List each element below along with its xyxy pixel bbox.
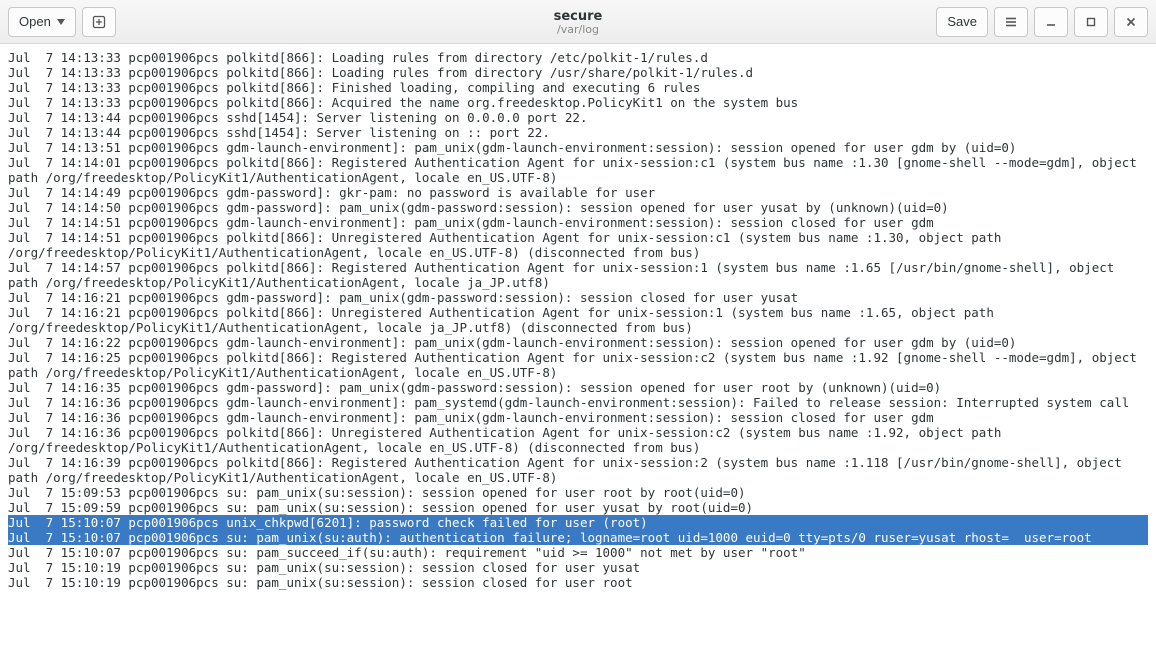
log-line: Jul 7 15:10:07 pcp001906pcs unix_chkpwd[…: [8, 515, 1148, 530]
minimize-icon: [1045, 16, 1057, 28]
log-line: Jul 7 15:10:07 pcp001906pcs su: pam_succ…: [8, 545, 1148, 560]
chevron-down-icon: [57, 19, 65, 25]
open-button[interactable]: Open: [8, 7, 76, 37]
new-tab-button[interactable]: [82, 7, 116, 37]
log-line: Jul 7 14:14:50 pcp001906pcs gdm-password…: [8, 200, 1148, 215]
log-line: Jul 7 14:16:21 pcp001906pcs gdm-password…: [8, 290, 1148, 305]
maximize-button[interactable]: [1074, 7, 1108, 37]
log-line: Jul 7 14:13:33 pcp001906pcs polkitd[866]…: [8, 80, 1148, 95]
log-line: Jul 7 14:13:51 pcp001906pcs gdm-launch-e…: [8, 140, 1148, 155]
maximize-icon: [1085, 16, 1097, 28]
headerbar-left: Open: [8, 7, 116, 37]
log-line: Jul 7 15:09:53 pcp001906pcs su: pam_unix…: [8, 485, 1148, 500]
log-line: Jul 7 14:16:25 pcp001906pcs polkitd[866]…: [8, 350, 1148, 380]
log-line: Jul 7 15:10:07 pcp001906pcs su: pam_unix…: [8, 530, 1148, 545]
log-line: Jul 7 14:16:36 pcp001906pcs gdm-launch-e…: [8, 410, 1148, 425]
log-line: Jul 7 15:09:59 pcp001906pcs su: pam_unix…: [8, 500, 1148, 515]
log-line: Jul 7 15:10:19 pcp001906pcs su: pam_unix…: [8, 560, 1148, 575]
save-button-label: Save: [947, 14, 977, 29]
close-icon: [1125, 16, 1137, 28]
log-line: Jul 7 14:13:33 pcp001906pcs polkitd[866]…: [8, 50, 1148, 65]
window-title: secure: [554, 9, 603, 24]
log-line: Jul 7 14:16:36 pcp001906pcs polkitd[866]…: [8, 425, 1148, 455]
log-line: Jul 7 14:16:35 pcp001906pcs gdm-password…: [8, 380, 1148, 395]
close-button[interactable]: [1114, 7, 1148, 37]
log-line: Jul 7 14:13:33 pcp001906pcs polkitd[866]…: [8, 95, 1148, 110]
open-button-label: Open: [19, 14, 51, 29]
save-button[interactable]: Save: [936, 7, 988, 37]
log-line: Jul 7 14:16:39 pcp001906pcs polkitd[866]…: [8, 455, 1148, 485]
log-line: Jul 7 14:16:21 pcp001906pcs polkitd[866]…: [8, 305, 1148, 335]
window-subtitle: /var/log: [557, 23, 599, 36]
log-line: Jul 7 14:14:51 pcp001906pcs polkitd[866]…: [8, 230, 1148, 260]
log-line: Jul 7 14:14:49 pcp001906pcs gdm-password…: [8, 185, 1148, 200]
log-line: Jul 7 14:14:51 pcp001906pcs gdm-launch-e…: [8, 215, 1148, 230]
log-line: Jul 7 14:16:22 pcp001906pcs gdm-launch-e…: [8, 335, 1148, 350]
hamburger-menu-button[interactable]: [994, 7, 1028, 37]
editor-window: Open secure /var/log Save: [0, 0, 1156, 672]
log-line: Jul 7 14:14:57 pcp001906pcs polkitd[866]…: [8, 260, 1148, 290]
log-line: Jul 7 14:13:44 pcp001906pcs sshd[1454]: …: [8, 110, 1148, 125]
log-line: Jul 7 14:14:01 pcp001906pcs polkitd[866]…: [8, 155, 1148, 185]
log-line: Jul 7 15:10:19 pcp001906pcs su: pam_unix…: [8, 575, 1148, 590]
hamburger-icon: [1004, 15, 1018, 29]
headerbar: Open secure /var/log Save: [0, 0, 1156, 44]
log-line: Jul 7 14:16:36 pcp001906pcs gdm-launch-e…: [8, 395, 1148, 410]
log-line: Jul 7 14:13:33 pcp001906pcs polkitd[866]…: [8, 65, 1148, 80]
new-tab-icon: [91, 14, 107, 30]
minimize-button[interactable]: [1034, 7, 1068, 37]
headerbar-right: Save: [936, 7, 1148, 37]
text-view[interactable]: Jul 7 14:13:33 pcp001906pcs polkitd[866]…: [0, 44, 1156, 672]
log-line: Jul 7 14:13:44 pcp001906pcs sshd[1454]: …: [8, 125, 1148, 140]
